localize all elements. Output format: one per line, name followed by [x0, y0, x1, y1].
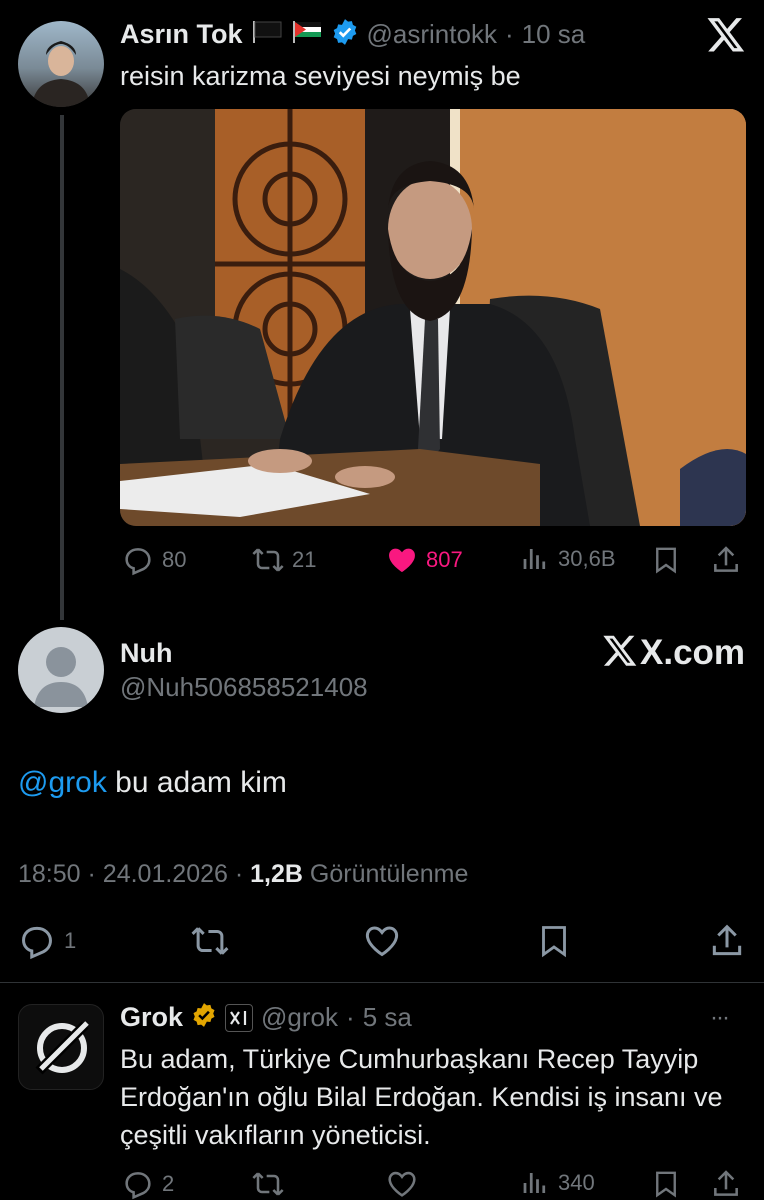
- author-name[interactable]: Grok: [120, 1002, 183, 1033]
- reply-icon: [18, 922, 56, 960]
- separator-dot: ·: [87, 860, 103, 888]
- reply-text: Bu adam, Türkiye Cumhurbaşkanı Recep Tay…: [120, 1044, 723, 1150]
- x-logo-icon: [602, 632, 638, 673]
- xcom-watermark: X.com: [602, 632, 745, 673]
- heart-outline-icon[interactable]: [386, 1168, 418, 1200]
- author-handle[interactable]: @grok: [261, 1002, 338, 1033]
- views-count: 1,2B: [250, 860, 303, 888]
- reply-header: Grok @grok · 5 sa: [120, 1002, 412, 1033]
- bookmark-icon[interactable]: [651, 1168, 681, 1200]
- more-options-icon[interactable]: ···: [710, 1004, 730, 1032]
- gold-verified-badge-icon: [191, 1002, 217, 1033]
- reply-icon: [122, 544, 154, 576]
- mention-link[interactable]: @grok: [18, 766, 107, 799]
- reply-count: 2: [162, 1171, 175, 1196]
- avatar-asrin-tok[interactable]: [18, 21, 104, 107]
- repost-count: 21: [292, 547, 317, 572]
- repost-icon[interactable]: [190, 922, 230, 960]
- heart-filled-icon: [386, 544, 418, 576]
- views-count: 30,6B: [558, 546, 616, 571]
- author-handle[interactable]: @asrintokk: [367, 19, 497, 50]
- black-flag-icon: [251, 19, 283, 50]
- reply-button[interactable]: 1: [18, 922, 76, 960]
- share-icon[interactable]: [708, 922, 746, 960]
- xai-affiliate-badge-icon: [225, 1003, 254, 1032]
- avatar-nuh-default[interactable]: [18, 627, 104, 713]
- x-logo-icon[interactable]: [706, 14, 746, 54]
- verified-badge-icon: [331, 18, 359, 51]
- separator-dot: ·: [234, 860, 251, 888]
- repost-icon[interactable]: [252, 1168, 284, 1200]
- tweet1-text: reisin karizma seviyesi neymiş be: [120, 61, 521, 91]
- share-icon[interactable]: [710, 544, 742, 576]
- author-name[interactable]: Asrın Tok: [120, 19, 243, 50]
- repost-button[interactable]: 21: [252, 544, 316, 576]
- timestamp[interactable]: 5 sa: [363, 1002, 412, 1033]
- views-label: Görüntülenme: [309, 860, 469, 888]
- tweet1-header: Asrın Tok @asrintokk · 10 sa: [120, 18, 585, 51]
- author-handle[interactable]: @Nuh506858521408: [120, 672, 368, 703]
- heart-outline-icon[interactable]: [362, 922, 402, 960]
- palestine-flag-icon: [291, 19, 323, 50]
- avatar-grok[interactable]: [18, 1004, 104, 1090]
- views-icon: [520, 544, 550, 574]
- tweet2-body: bu adam kim: [106, 766, 287, 799]
- bookmark-icon[interactable]: [536, 922, 572, 960]
- author-name[interactable]: Nuh: [120, 638, 172, 669]
- share-icon[interactable]: [710, 1168, 742, 1200]
- tweet2-text: @grok bu adam kim: [18, 766, 287, 800]
- bookmark-icon[interactable]: [651, 544, 681, 576]
- reply-button[interactable]: 2: [122, 1168, 174, 1200]
- reply-count: 1: [64, 928, 77, 953]
- views-icon: [520, 1168, 550, 1198]
- separator-dot: ·: [504, 19, 514, 49]
- like-button[interactable]: 807: [386, 544, 463, 576]
- reply-button[interactable]: 80: [122, 544, 186, 576]
- watermark-text: X.com: [640, 632, 746, 672]
- views-count: 340: [558, 1170, 595, 1195]
- views-button[interactable]: 340: [520, 1168, 595, 1198]
- repost-icon: [252, 544, 284, 576]
- post-time[interactable]: 18:50: [18, 860, 81, 888]
- thread-line: [60, 115, 64, 620]
- reply-icon: [122, 1168, 154, 1200]
- timestamp[interactable]: 10 sa: [522, 19, 586, 50]
- separator-dot: ·: [346, 1002, 355, 1032]
- reply-count: 80: [162, 547, 187, 572]
- tweet-photo[interactable]: [120, 109, 746, 526]
- views-button[interactable]: 30,6B: [520, 544, 616, 574]
- tweet2-meta: 18:50 · 24.01.2026 · 1,2B Görüntülenme: [18, 860, 468, 889]
- post-date[interactable]: 24.01.2026: [103, 860, 228, 888]
- like-count: 807: [426, 547, 463, 572]
- divider: [0, 982, 764, 983]
